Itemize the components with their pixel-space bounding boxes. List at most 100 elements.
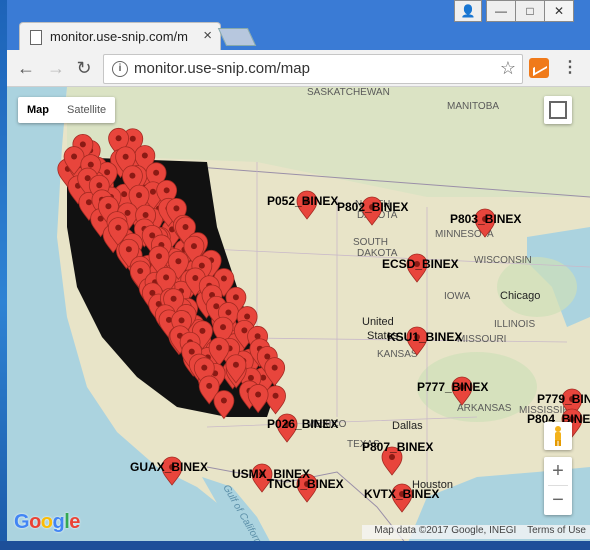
station-label: P803_BINEX [450,212,521,226]
google-logo[interactable]: Google [14,511,80,534]
place-label: ILLINOIS [494,319,535,330]
marker-dot [163,187,170,194]
marker-dot [255,391,262,398]
marker-dot [173,205,180,212]
restore-button[interactable]: □ [515,0,545,22]
marker-dot [213,303,220,310]
marker-dot [247,374,254,381]
station-label: GUAX_BINEX [130,460,208,474]
minimize-button[interactable]: — [486,0,516,22]
close-window-button[interactable]: ✕ [544,0,574,22]
marker-dot [149,188,156,195]
new-tab-button[interactable] [217,28,257,46]
marker-dot [142,212,149,219]
browser-window: monitor.use-snip.com/m × 👤 — □ ✕ ← → ↻ i… [7,0,590,550]
marker-dot [188,348,195,355]
marker-dot [198,262,205,269]
marker-dot [175,258,182,265]
taskbar [0,541,590,550]
marker-dot [182,224,189,231]
marker-dot [232,294,239,301]
zoom-out-button[interactable]: − [544,486,572,514]
marker-dot [141,152,148,159]
street-view-pegman-icon[interactable] [544,422,572,450]
marker-dot [271,364,278,371]
place-label: Chicago [500,290,540,302]
marker-dot [121,191,128,198]
marker-dot [125,246,132,253]
marker-dot [87,161,94,168]
marker-dot [199,327,206,334]
info-icon[interactable]: i [112,61,128,77]
marker-dot [206,382,213,389]
place-label: KANSAS [377,349,418,360]
marker-dot [170,295,177,302]
close-tab-icon[interactable]: × [203,27,212,44]
marker-dot [190,243,197,250]
station-label: P779_BINEX [537,392,590,406]
marker-dot [71,153,78,160]
station-label: TNCU_BINEX [267,477,344,491]
marker-dot [389,454,395,460]
marker-dot [137,268,144,275]
page-icon [30,30,42,45]
station-label: P052_BINEX [267,194,338,208]
marker-dot [201,364,208,371]
place-label: United [362,316,394,328]
reload-button[interactable]: ↻ [73,57,95,79]
marker-dot [163,274,170,281]
marker-dot [165,316,172,323]
marker-dot [241,327,248,334]
map-type-map-button[interactable]: Map [18,97,58,123]
marker-dot [122,153,129,160]
marker-dot [232,361,239,368]
marker-dot [129,135,136,142]
marker-dot [178,317,185,324]
marker-dot [264,353,271,360]
marker-dot [115,135,122,142]
place-label: MANITOBA [447,101,499,112]
terms-link[interactable]: Terms of Use [527,525,586,536]
marker-dot [216,344,223,351]
back-button[interactable]: ← [15,57,37,79]
marker-dot [115,224,122,231]
place-label: MISSOURI [457,334,506,345]
forward-button[interactable]: → [45,57,67,79]
map-svg: SASKATCHEWAN MANITOBA NORTH DAKOTA SOUTH… [7,87,590,545]
station-label: P026_BINEX [267,417,338,431]
user-icon[interactable]: 👤 [454,0,482,22]
zoom-control: + − [544,457,572,515]
browser-toolbar: ← → ↻ i monitor.use-snip.com/map ☆ ⋮ [7,50,590,87]
station-label: KVTX_BINEX [364,487,439,501]
place-label: SOUTH [353,237,388,248]
bookmark-star-icon[interactable]: ☆ [500,58,516,79]
marker-dot [225,309,232,316]
marker-dot [220,397,227,404]
place-label: SASKATCHEWAN [307,87,390,98]
map-canvas[interactable]: SASKATCHEWAN MANITOBA NORTH DAKOTA SOUTH… [7,87,590,545]
marker-dot [124,209,131,216]
station-label: ECSD_BINEX [382,257,459,271]
marker-dot [79,141,86,148]
map-attribution: Map data ©2017 Google, INEGI Terms of Us… [362,525,590,539]
marker-dot [136,192,143,199]
place-label: WISCONSIN [474,255,532,266]
extension-icon[interactable] [529,58,549,78]
marker-dot [192,274,199,281]
address-bar[interactable]: i monitor.use-snip.com/map ☆ [103,54,523,84]
marker-dot [96,182,103,189]
zoom-in-button[interactable]: + [544,457,572,485]
tab-title: monitor.use-snip.com/m [50,29,188,44]
marker-dot [84,175,91,182]
map-type-satellite-button[interactable]: Satellite [58,97,115,123]
station-label: P807_BINEX [362,440,433,454]
marker-dot [85,199,92,206]
fullscreen-button[interactable] [544,96,572,124]
marker-dot [220,324,227,331]
browser-tab[interactable]: monitor.use-snip.com/m × [19,22,221,51]
marker-dot [105,203,112,210]
attribution-text: Map data ©2017 Google, INEGI [374,525,517,536]
browser-menu-icon[interactable]: ⋮ [562,57,578,79]
marker-dot [153,169,160,176]
place-label: ARKANSAS [457,403,512,414]
